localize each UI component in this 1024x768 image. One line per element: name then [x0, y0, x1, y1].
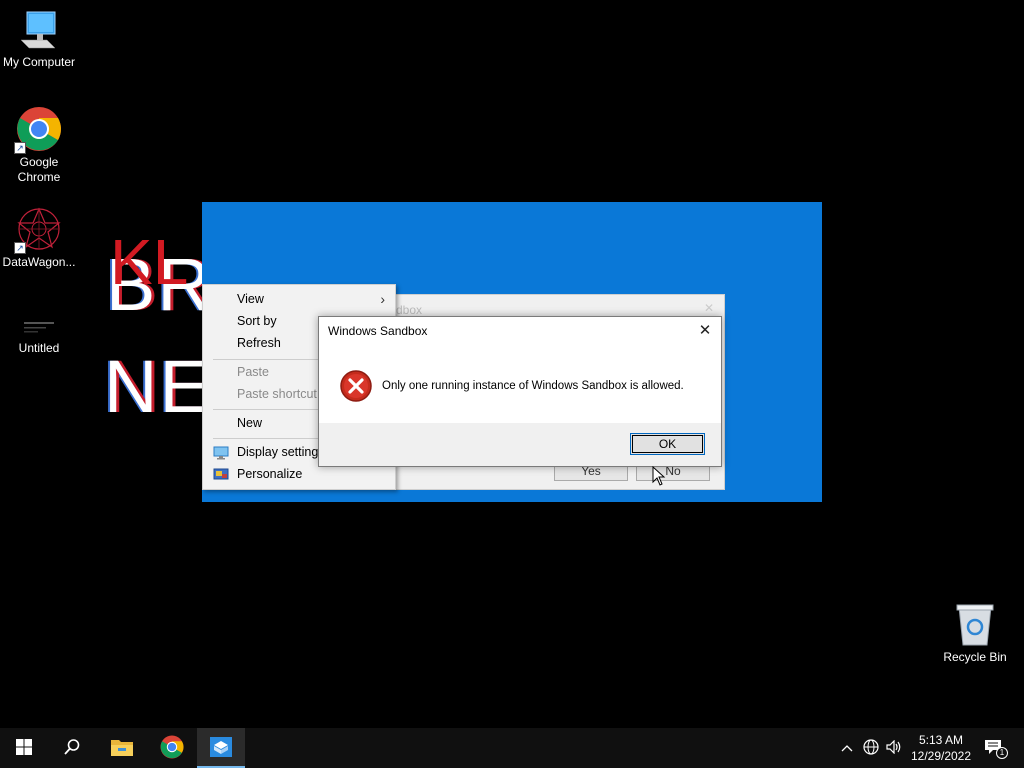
show-hidden-icons-button[interactable] — [836, 728, 858, 768]
clock-date: 12/29/2022 — [910, 749, 972, 763]
taskbar: 5:13 AM 12/29/2022 1 — [0, 728, 1024, 768]
shortcut-arrow-icon: ↗ — [14, 142, 26, 154]
file-explorer-icon — [110, 737, 134, 760]
mouse-cursor-icon — [652, 465, 666, 486]
taskbar-file-explorer[interactable] — [98, 728, 146, 768]
datawagon-icon: ↗ — [14, 206, 62, 254]
speaker-icon — [886, 739, 902, 757]
chevron-right-icon: › — [380, 291, 385, 307]
menu-item-label: Paste shortcut — [237, 387, 317, 401]
notification-count-badge: 1 — [996, 747, 1008, 759]
chevron-up-icon — [841, 741, 853, 755]
error-dialog: Windows Sandbox ✕ Only one running insta… — [318, 316, 722, 467]
display-settings-icon — [213, 445, 229, 460]
menu-item-label: Refresh — [237, 336, 281, 350]
windows-sandbox-icon — [209, 736, 233, 761]
desktop-icon-my-computer[interactable]: My Computer — [0, 10, 78, 70]
chrome-icon: ↗ — [14, 106, 62, 154]
network-globe-icon — [863, 738, 879, 758]
network-button[interactable] — [860, 728, 882, 768]
dialog-message: Only one running instance of Windows San… — [382, 380, 684, 392]
desktop-icon-label: Untitled — [18, 341, 60, 355]
clock-time: 5:13 AM — [918, 733, 964, 747]
desktop-icon-google-chrome[interactable]: ↗ Google Chrome — [0, 106, 78, 185]
start-icon — [16, 738, 32, 758]
desktop-icon-label: Recycle Bin — [943, 650, 1007, 664]
notification-icon: 1 — [984, 739, 1008, 759]
untitled-file-icon — [23, 318, 55, 338]
desktop-icon-untitled[interactable]: Untitled — [0, 318, 78, 356]
menu-item-label: New — [237, 416, 263, 430]
menu-item-label: Personalize — [237, 467, 303, 481]
shortcut-arrow-icon: ↗ — [14, 242, 26, 254]
desktop-icon-datawagon[interactable]: ↗ DataWagon... — [0, 206, 78, 270]
menu-item-label: Paste — [237, 365, 269, 379]
desktop-icon-label: DataWagon... — [2, 255, 76, 269]
dialog-footer: OK — [319, 423, 721, 466]
menu-item-label: Display settings — [237, 445, 325, 459]
dialog-body: Only one running instance of Windows San… — [319, 347, 721, 425]
desktop-icon-label: Google Chrome — [17, 155, 61, 184]
search-icon — [63, 738, 81, 759]
error-icon — [340, 370, 372, 402]
taskbar-clock[interactable]: 5:13 AM 12/29/2022 — [906, 728, 976, 768]
wallpaper-text-line2: NE — [104, 345, 211, 428]
wallpaper-text-red: KL — [110, 226, 189, 298]
start-button[interactable] — [0, 728, 48, 768]
taskbar-windows-sandbox[interactable] — [197, 728, 245, 768]
computer-icon — [17, 10, 61, 52]
menu-item-label: Sort by — [237, 314, 277, 328]
personalize-icon — [213, 467, 229, 481]
taskbar-chrome[interactable] — [148, 728, 196, 768]
ok-button[interactable]: OK — [630, 433, 705, 455]
menu-item-view[interactable]: View › — [203, 288, 395, 310]
menu-item-label: View — [237, 292, 264, 306]
chrome-icon — [160, 735, 184, 762]
close-icon[interactable]: ✕ — [704, 301, 714, 315]
recycle-bin-icon — [955, 603, 995, 647]
dialog-title: Windows Sandbox — [328, 324, 428, 338]
volume-button[interactable] — [883, 728, 905, 768]
background-dialog-title: dbox — [396, 303, 423, 317]
search-button[interactable] — [48, 728, 96, 768]
close-icon[interactable]: ✕ — [689, 317, 721, 345]
notification-center-button[interactable]: 1 — [978, 728, 1010, 768]
desktop-icon-recycle-bin[interactable]: Recycle Bin — [936, 603, 1014, 665]
desktop-icon-label: My Computer — [2, 55, 76, 69]
